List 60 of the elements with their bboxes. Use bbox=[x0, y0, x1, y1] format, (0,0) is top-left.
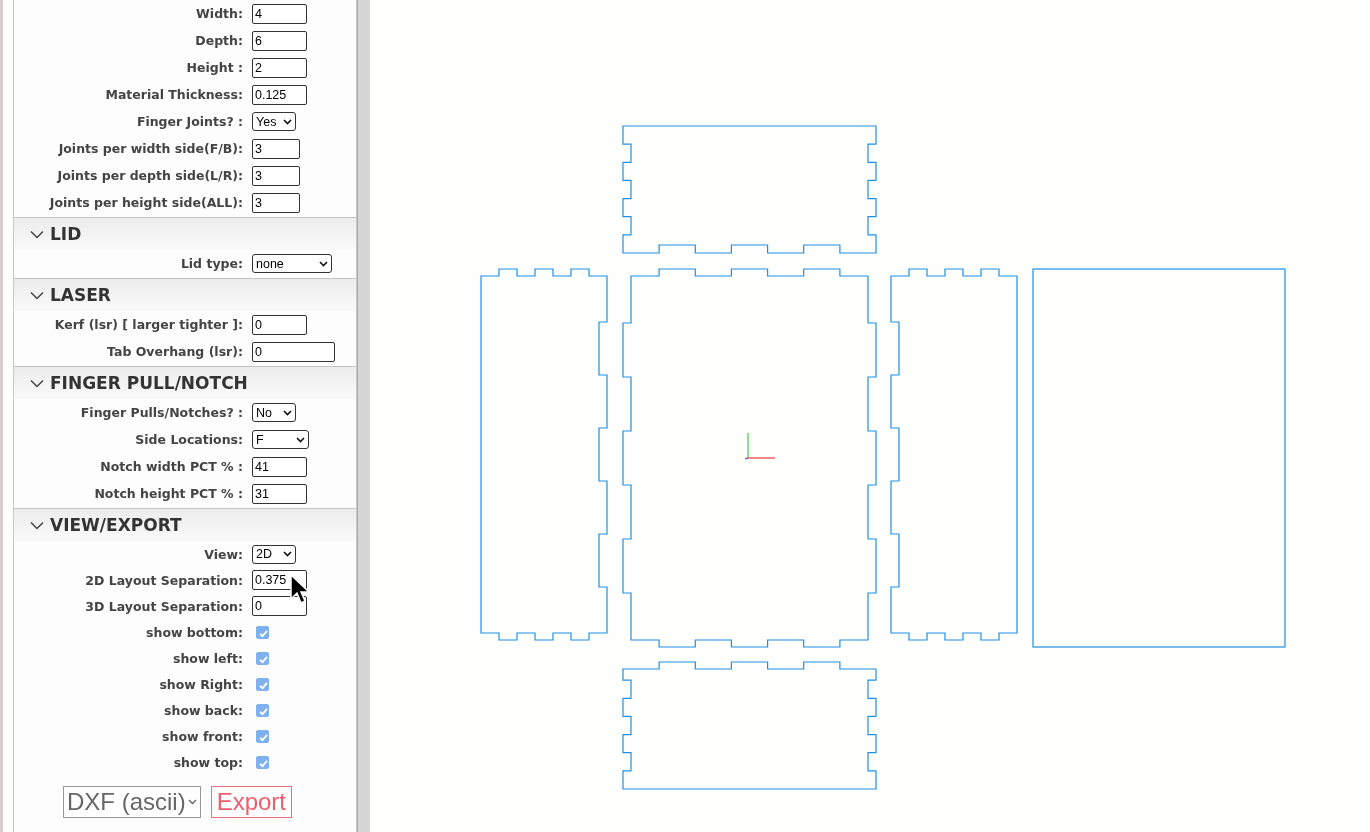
field-label: show left: bbox=[171, 650, 244, 666]
caret-icon bbox=[319, 260, 328, 267]
input-field[interactable]: 3 bbox=[252, 165, 300, 186]
input-field[interactable]: 3 bbox=[252, 192, 300, 213]
field-label: show front: bbox=[161, 728, 244, 744]
caret-icon bbox=[283, 409, 292, 416]
field-label: Material Thickness: bbox=[104, 87, 244, 102]
field-label: Finger Pulls/Notches? : bbox=[79, 405, 244, 420]
input-field[interactable]: 2 bbox=[252, 57, 307, 78]
caret-icon bbox=[283, 118, 292, 125]
dropdown[interactable]: No bbox=[252, 403, 296, 422]
field-label: Side Locations: bbox=[134, 432, 244, 447]
field-label: Notch width PCT % : bbox=[99, 459, 244, 474]
field-label: show bottom: bbox=[145, 624, 244, 640]
field-label: show Right: bbox=[158, 676, 244, 692]
checkbox[interactable] bbox=[256, 625, 269, 639]
scrollbar[interactable] bbox=[357, 0, 370, 832]
field-label: Notch height PCT % : bbox=[93, 486, 244, 501]
format-dropdown[interactable]: DXF (ascii) bbox=[63, 786, 201, 818]
input-field[interactable]: 6 bbox=[252, 30, 307, 51]
checkbox[interactable] bbox=[256, 755, 269, 769]
field-label: Joints per height side(ALL): bbox=[48, 195, 244, 210]
field-label: 2D Layout Separation: bbox=[84, 572, 244, 588]
section-header[interactable]: LASER bbox=[14, 279, 357, 311]
caret-icon bbox=[187, 799, 197, 805]
input-field[interactable]: 3 bbox=[252, 138, 300, 159]
dropdown[interactable]: none bbox=[252, 254, 332, 273]
checkbox[interactable] bbox=[256, 651, 269, 665]
field-label: Tab Overhang (lsr): bbox=[106, 344, 244, 359]
checkbox[interactable] bbox=[256, 677, 269, 691]
axis-icon bbox=[744, 432, 776, 460]
caret-icon bbox=[296, 436, 305, 443]
field-label: Depth: bbox=[194, 33, 244, 48]
checkbox[interactable] bbox=[256, 729, 269, 743]
field-label: Lid type: bbox=[179, 256, 244, 271]
input-field[interactable]: 0.125 bbox=[252, 84, 307, 105]
field-label: Joints per width side(F/B): bbox=[57, 141, 244, 156]
field-label: Kerf (lsr) [ larger tighter ]: bbox=[53, 317, 244, 332]
input-field[interactable]: 0 bbox=[252, 596, 307, 616]
field-label: 3D Layout Separation: bbox=[84, 598, 244, 614]
section-header[interactable]: VIEW/EXPORT bbox=[14, 509, 357, 541]
input-field[interactable]: 0 bbox=[252, 341, 335, 362]
dropdown[interactable]: F bbox=[252, 430, 309, 449]
field-label: Height : bbox=[185, 60, 244, 75]
input-field[interactable]: 41 bbox=[252, 456, 307, 477]
dropdown[interactable]: Yes bbox=[252, 112, 296, 131]
dropdown[interactable]: 2D bbox=[252, 544, 296, 564]
input-field[interactable]: 4 bbox=[252, 3, 307, 24]
field-label: Width: bbox=[195, 6, 244, 21]
checkbox[interactable] bbox=[256, 703, 269, 717]
field-label: show top: bbox=[172, 754, 244, 770]
section-header[interactable]: LID bbox=[14, 218, 357, 250]
section-header[interactable]: FINGER PULL/NOTCH bbox=[14, 367, 357, 399]
field-label: Joints per depth side(L/R): bbox=[55, 168, 244, 183]
input-field[interactable]: 0 bbox=[252, 314, 307, 335]
input-field[interactable]: 31 bbox=[252, 483, 307, 504]
field-label: Finger Joints? : bbox=[135, 114, 244, 129]
caret-icon bbox=[283, 551, 292, 557]
field-label: show back: bbox=[163, 702, 244, 718]
field-label: View: bbox=[203, 546, 244, 562]
